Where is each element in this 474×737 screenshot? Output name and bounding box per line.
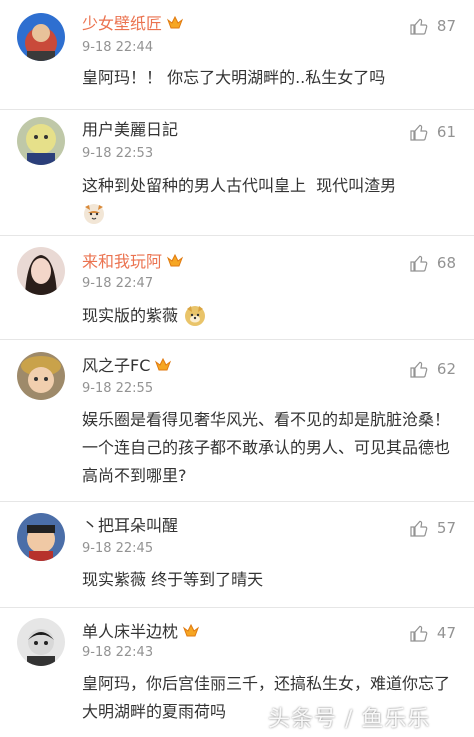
user-name[interactable]: 风之子FC xyxy=(82,356,172,376)
comment-time: 9-18 22:53 xyxy=(82,146,154,161)
avatar[interactable] xyxy=(17,247,65,295)
comment-text: 皇阿玛！！ 你忘了大明湖畔的..私生女了吗 xyxy=(82,68,386,87)
user-name-text[interactable]: 少女壁纸匠 xyxy=(82,14,162,33)
vip-badge-icon xyxy=(166,253,184,267)
user-name-text[interactable]: 用户美麗日記 xyxy=(82,120,178,139)
comment-text: 娱乐圈是看得见奢华风光、看不见的却是肮脏沧桑！一个连自己的孩子都不敢承认的男人、… xyxy=(82,410,451,485)
user-name-text[interactable]: 丶把耳朵叫醒 xyxy=(82,516,178,535)
vip-badge-icon xyxy=(182,623,200,637)
like-button[interactable]: 47 xyxy=(409,622,456,644)
user-name[interactable]: 单人床半边枕 xyxy=(82,622,200,642)
like-button[interactable]: 87 xyxy=(409,15,456,37)
comment-time: 9-18 22:45 xyxy=(82,541,154,556)
like-count: 47 xyxy=(436,624,456,642)
avatar[interactable] xyxy=(17,352,65,400)
thumbs-up-icon xyxy=(410,520,428,537)
watermark: 头条号 / 鱼乐乐 xyxy=(268,707,431,732)
comment-time: 9-18 22:43 xyxy=(82,645,154,660)
comment-text: 现实紫薇 终于等到了晴天 xyxy=(82,570,264,589)
vip-badge-icon xyxy=(166,15,184,29)
like-count: 62 xyxy=(436,360,456,378)
user-name-text[interactable]: 单人床半边枕 xyxy=(82,622,178,641)
thumbs-up-icon xyxy=(410,124,428,141)
user-name[interactable]: 少女壁纸匠 xyxy=(82,14,184,34)
comment-item: 来和我玩阿 9-18 22:47 68 现实版的紫薇 xyxy=(0,236,474,340)
like-count: 87 xyxy=(436,17,456,35)
like-count: 68 xyxy=(436,254,456,272)
like-button[interactable]: 68 xyxy=(409,252,456,274)
comment-text: 现实版的紫薇 xyxy=(82,302,456,330)
comment-item: 丶把耳朵叫醒 9-18 22:45 57 现实紫薇 终于等到了晴天 xyxy=(0,502,474,608)
comment-text: 这种到处留种的男人古代叫皇上 现代叫渣男 xyxy=(82,172,456,228)
user-name[interactable]: 丶把耳朵叫醒 xyxy=(82,516,178,536)
like-count: 57 xyxy=(436,519,456,537)
user-name-text[interactable]: 来和我玩阿 xyxy=(82,252,162,271)
like-count: 61 xyxy=(436,123,456,141)
like-button[interactable]: 57 xyxy=(409,517,456,539)
like-button[interactable]: 61 xyxy=(409,121,456,143)
cat-face-emoji-icon xyxy=(84,204,104,224)
comment-time: 9-18 22:44 xyxy=(82,40,154,55)
avatar[interactable] xyxy=(17,618,65,666)
vip-badge-icon xyxy=(155,357,172,371)
thumbs-up-icon xyxy=(410,625,428,642)
doge-emoji-icon xyxy=(185,306,206,326)
thumbs-up-icon xyxy=(410,18,428,35)
user-name[interactable]: 用户美麗日記 xyxy=(82,120,178,140)
avatar[interactable] xyxy=(17,13,65,61)
avatar[interactable] xyxy=(17,117,65,165)
like-button[interactable]: 62 xyxy=(409,358,456,380)
thumbs-up-icon xyxy=(410,255,428,272)
comment-time: 9-18 22:55 xyxy=(82,381,154,396)
comment-item: 少女壁纸匠 9-18 22:44 87 皇阿玛！！ 你忘了大明湖畔的..私生女了… xyxy=(0,0,474,110)
comment-item: 用户美麗日記 9-18 22:53 61 这种到处留种的男人古代叫皇上 现代叫渣… xyxy=(0,110,474,236)
comment-time: 9-18 22:47 xyxy=(82,276,154,291)
comment-item: 风之子FC 9-18 22:55 62 娱乐圈是看得见奢华风光、看不见的却是肮脏… xyxy=(0,340,474,502)
user-name-text[interactable]: 风之子FC xyxy=(82,356,150,375)
user-name[interactable]: 来和我玩阿 xyxy=(82,252,184,272)
thumbs-up-icon xyxy=(410,361,428,378)
avatar[interactable] xyxy=(17,513,65,561)
